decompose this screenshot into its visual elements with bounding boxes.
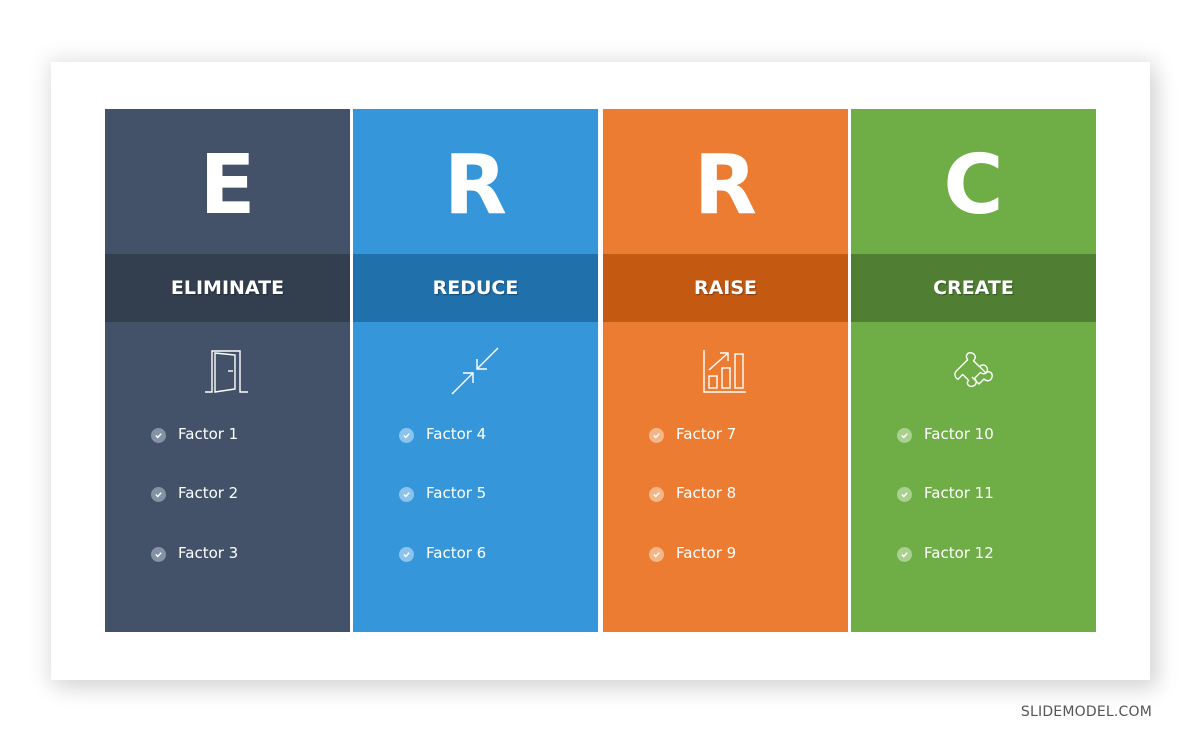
column-letter: E — [199, 138, 256, 233]
factor-item: Factor 11 — [897, 484, 994, 502]
column-raise: R RAISE Factor 7 Factor 8 Factor 9 — [603, 109, 848, 632]
factor-item: Factor 4 — [399, 425, 486, 443]
column-title: REDUCE — [353, 254, 598, 322]
column-create: C CREATE Factor 10 Factor 11 Factor 12 — [851, 109, 1096, 632]
factor-label: Factor 9 — [676, 544, 737, 562]
check-icon — [649, 428, 664, 443]
check-icon — [399, 487, 414, 502]
column-letter: R — [443, 138, 508, 233]
column-title: RAISE — [603, 254, 848, 322]
check-icon — [151, 547, 166, 562]
check-icon — [151, 487, 166, 502]
factor-item: Factor 7 — [649, 425, 736, 443]
check-icon — [897, 487, 912, 502]
brand-watermark: SLIDEMODEL.COM — [1020, 704, 1152, 720]
arrows-inward-icon — [450, 346, 500, 396]
factor-label: Factor 12 — [924, 544, 994, 562]
check-icon — [151, 428, 166, 443]
factor-item: Factor 3 — [151, 544, 238, 562]
errc-grid: E ELIMINATE Factor 1 Factor 2 Factor 3 R… — [105, 109, 1096, 632]
door-icon — [202, 346, 252, 396]
check-icon — [897, 547, 912, 562]
factor-item: Factor 9 — [649, 544, 736, 562]
factor-label: Factor 11 — [924, 484, 994, 502]
column-eliminate: E ELIMINATE Factor 1 Factor 2 Factor 3 — [105, 109, 350, 632]
factor-label: Factor 7 — [676, 425, 737, 443]
factor-label: Factor 5 — [426, 484, 487, 502]
check-icon — [649, 547, 664, 562]
growth-chart-icon — [700, 346, 750, 396]
factor-item: Factor 1 — [151, 425, 238, 443]
factor-item: Factor 2 — [151, 484, 238, 502]
factor-item: Factor 5 — [399, 484, 486, 502]
column-title: CREATE — [851, 254, 1096, 322]
factor-label: Factor 2 — [178, 484, 239, 502]
factor-label: Factor 10 — [924, 425, 994, 443]
factor-label: Factor 8 — [676, 484, 737, 502]
column-letter: C — [943, 138, 1004, 233]
factor-item: Factor 8 — [649, 484, 736, 502]
puzzle-piece-icon — [948, 346, 998, 396]
factor-label: Factor 1 — [178, 425, 239, 443]
factor-label: Factor 6 — [426, 544, 487, 562]
factor-label: Factor 3 — [178, 544, 239, 562]
factor-item: Factor 10 — [897, 425, 994, 443]
column-letter: R — [693, 138, 758, 233]
check-icon — [649, 487, 664, 502]
factor-item: Factor 6 — [399, 544, 486, 562]
column-title: ELIMINATE — [105, 254, 350, 322]
check-icon — [399, 428, 414, 443]
check-icon — [897, 428, 912, 443]
column-reduce: R REDUCE Factor 4 Factor 5 Factor 6 — [353, 109, 598, 632]
factor-item: Factor 12 — [897, 544, 994, 562]
check-icon — [399, 547, 414, 562]
factor-label: Factor 4 — [426, 425, 487, 443]
